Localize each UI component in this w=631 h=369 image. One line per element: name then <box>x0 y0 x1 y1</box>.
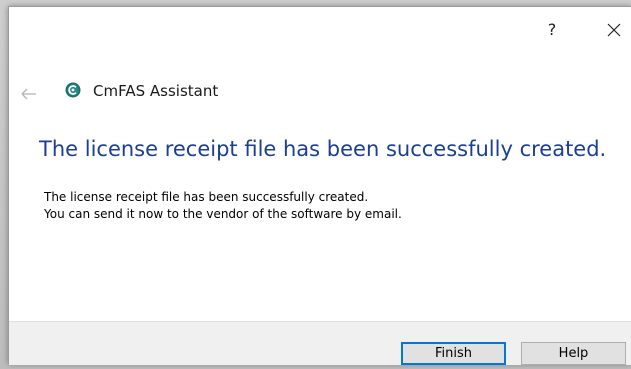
back-button[interactable] <box>21 85 37 100</box>
message-text: The license receipt file has been succes… <box>44 189 402 223</box>
finish-button[interactable]: Finish <box>401 342 506 365</box>
assistant-window: ? CmFAS Assistant The license receipt fi… <box>8 6 631 365</box>
button-bar: Finish Help <box>9 321 631 365</box>
page-heading: The license receipt file has been succes… <box>39 137 607 161</box>
message-line: You can send it now to the vendor of the… <box>44 207 402 221</box>
help-button[interactable]: Help <box>521 342 626 365</box>
message-line: The license receipt file has been succes… <box>44 190 369 204</box>
back-arrow-icon <box>21 88 36 100</box>
cmfas-logo-icon <box>65 82 81 98</box>
help-titlebar-button[interactable]: ? <box>545 21 559 39</box>
close-icon <box>607 23 621 37</box>
close-button[interactable] <box>605 21 623 39</box>
app-title: CmFAS Assistant <box>93 82 219 100</box>
